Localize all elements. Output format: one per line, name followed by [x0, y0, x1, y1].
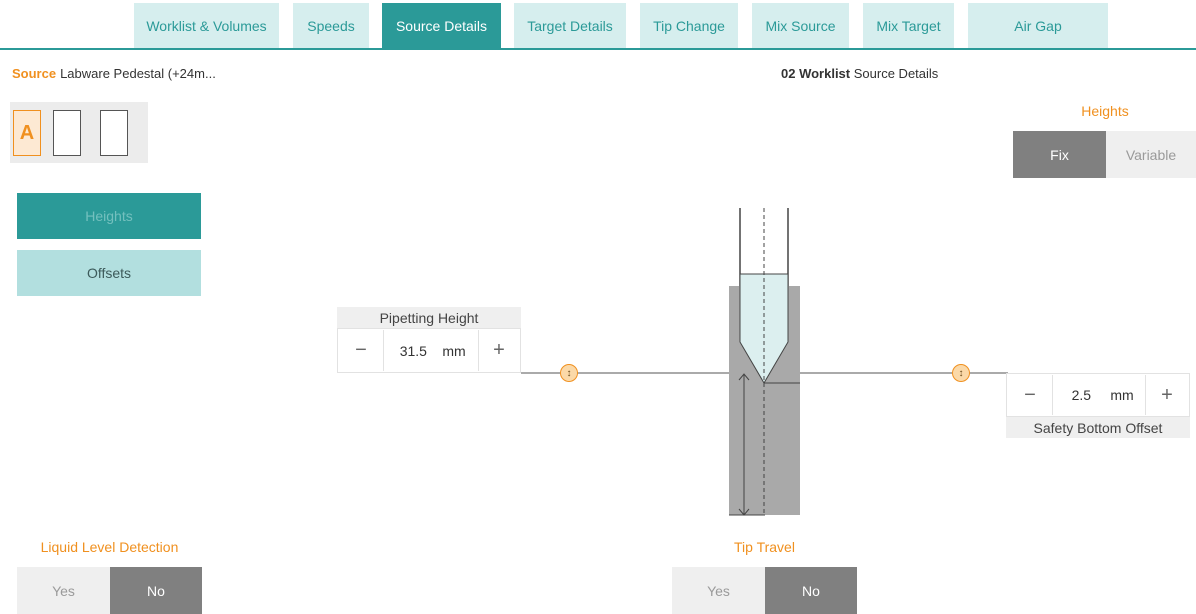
- plate-selector: A: [10, 102, 148, 163]
- tab-speeds[interactable]: Speeds: [293, 3, 369, 48]
- safety-offset-plus-button[interactable]: +: [1146, 375, 1188, 415]
- safety-offset-minus-button[interactable]: −: [1008, 375, 1052, 415]
- tab-target-details[interactable]: Target Details: [514, 3, 626, 48]
- page-title-rest: Source Details: [853, 66, 939, 81]
- height-arrow-top: [738, 373, 750, 381]
- pipetting-height-minus-button[interactable]: −: [339, 330, 383, 371]
- safety-offset-input[interactable]: [1064, 387, 1099, 403]
- safety-offset-caption: Safety Bottom Offset: [1006, 417, 1190, 438]
- pipetting-height-plus-button[interactable]: +: [479, 330, 519, 371]
- safety-offset-unit: mm: [1110, 387, 1134, 403]
- plate-slot-b[interactable]: [53, 110, 81, 156]
- tab-mix-target[interactable]: Mix Target: [863, 3, 954, 48]
- tab-worklist-volumes[interactable]: Worklist & Volumes: [134, 3, 279, 48]
- heights-mode-title: Heights: [1081, 103, 1129, 119]
- tip-travel-title: Tip Travel: [734, 539, 795, 555]
- pipetting-height-value: mm: [384, 330, 478, 371]
- heights-fix-button[interactable]: Fix: [1013, 131, 1106, 178]
- pipetting-diagram: [521, 208, 1008, 516]
- source-info: Source Labware Pedestal (+24m...: [12, 66, 216, 81]
- safety-offset-value: mm: [1053, 375, 1145, 415]
- source-value: Labware Pedestal (+24m...: [60, 66, 216, 81]
- tip-travel-yes-button[interactable]: Yes: [672, 567, 765, 614]
- pipette-tip: [739, 273, 789, 384]
- tab-mix-source[interactable]: Mix Source: [752, 3, 849, 48]
- pipetting-height-caption: Pipetting Height: [337, 307, 521, 328]
- lld-yes-button[interactable]: Yes: [17, 567, 110, 614]
- height-arrow-bottom: [738, 508, 750, 516]
- tab-tip-change[interactable]: Tip Change: [640, 3, 738, 48]
- plate-slot-c[interactable]: [100, 110, 128, 156]
- tip-travel-no-button[interactable]: No: [765, 567, 857, 614]
- labware-tube: [729, 286, 800, 515]
- side-menu-offsets[interactable]: Offsets: [17, 250, 201, 296]
- safety-offset-handle-icon[interactable]: ↕: [952, 364, 970, 382]
- lld-no-button[interactable]: No: [110, 567, 202, 614]
- page-title-bold: 02 Worklist: [781, 66, 851, 81]
- page-title: 02 Worklist Source Details: [781, 66, 938, 81]
- pipetting-height-handle-icon[interactable]: ↕: [560, 364, 578, 382]
- pipetting-height-input[interactable]: [396, 342, 431, 359]
- plate-slot-a[interactable]: A: [13, 110, 41, 156]
- pipetting-height-unit: mm: [442, 342, 466, 359]
- tab-air-gap[interactable]: Air Gap: [968, 3, 1108, 48]
- tab-source-details[interactable]: Source Details: [382, 3, 501, 48]
- side-menu-heights[interactable]: Heights: [17, 193, 201, 239]
- heights-variable-button[interactable]: Variable: [1106, 131, 1196, 178]
- source-label: Source: [12, 66, 57, 81]
- tab-underline: [0, 48, 1196, 50]
- liquid-level-detection-title: Liquid Level Detection: [40, 539, 179, 555]
